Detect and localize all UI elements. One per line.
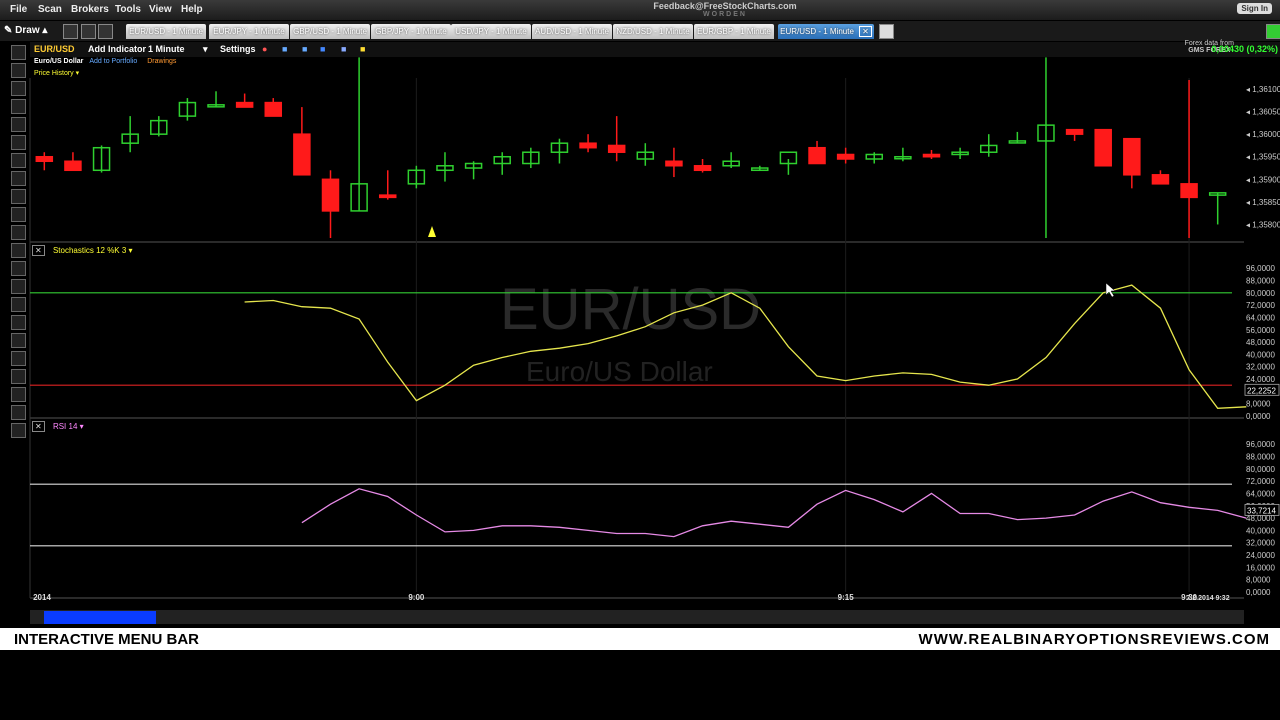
scrollbar-track: [30, 610, 1244, 624]
scrollbar-thumb[interactable]: [44, 611, 156, 624]
rsi-title[interactable]: RSI 14: [53, 422, 77, 431]
oscillator-axis-label: 40,0000: [1246, 350, 1275, 359]
oscillator-axis-label: 48,0000: [1246, 338, 1275, 347]
candle-down: [1094, 128, 1112, 167]
oscillator-axis-label: 96,0000: [1246, 440, 1275, 449]
caption-bar: INTERACTIVE MENU BAR WWW.REALBINARYOPTIO…: [0, 628, 1280, 650]
oscillator-axis-label: 0,0000: [1246, 412, 1271, 421]
rsi-line: [301, 488, 1247, 538]
stoch-close-icon[interactable]: ✕: [32, 245, 45, 256]
oscillator-axis-label: 0,0000: [1246, 588, 1271, 597]
oscillator-axis-label: 16,0000: [1246, 563, 1275, 572]
current-value-label: 33,7214: [1247, 506, 1276, 515]
time-axis-label: 9:00: [408, 593, 425, 602]
candle-down: [922, 153, 941, 158]
candle-down: [235, 101, 254, 108]
oscillator-axis-label: 40,0000: [1246, 526, 1275, 535]
rsi-panel-header: ✕ RSI 14 ▾: [32, 421, 84, 432]
candle-down: [808, 146, 826, 165]
oscillator-axis-label: 80,0000: [1246, 289, 1275, 298]
price-axis-label: ◂ 1,35900: [1246, 175, 1280, 184]
chart-area[interactable]: ◂ 1,36100 ◂ 1,36050 ◂ 1,36000 ◂ 1,35950 ◂ 1,…: [0, 0, 1280, 628]
candle-down: [321, 178, 340, 212]
price-axis-label: ◂ 1,35800: [1246, 220, 1280, 229]
price-axis-label: ◂ 1,36100: [1246, 85, 1280, 94]
candle-down: [1123, 137, 1141, 176]
time-axis-label: 2014: [33, 593, 51, 602]
oscillator-axis-label: 80,0000: [1246, 465, 1275, 474]
oscillator-axis-label: 24,0000: [1246, 375, 1275, 384]
stoch-title[interactable]: Stochastics 12 %K 3: [53, 246, 126, 255]
oscillator-axis-label: 64,0000: [1246, 489, 1275, 498]
candle-down: [293, 133, 311, 176]
oscillator-axis-label: 96,0000: [1246, 264, 1275, 273]
candle-down: [665, 160, 683, 167]
price-axis-label: ◂ 1,35850: [1246, 198, 1280, 207]
oscillator-axis-label: 72,0000: [1246, 477, 1275, 486]
oscillator-axis-label: 32,0000: [1246, 363, 1275, 372]
buy-signal-arrow-icon: [428, 226, 436, 237]
time-axis-label: 7.2.2014 9:32: [1186, 595, 1229, 602]
price-axis-label: ◂ 1,35950: [1246, 153, 1280, 162]
oscillator-axis-label: 8,0000: [1246, 576, 1271, 585]
candle-down: [378, 194, 397, 199]
price-axis-label: ◂ 1,36000: [1246, 130, 1280, 139]
stoch-panel-header: ✕ Stochastics 12 %K 3 ▾: [32, 245, 133, 256]
caption-left: INTERACTIVE MENU BAR: [14, 631, 200, 648]
caption-right: WWW.REALBINARYOPTIONSREVIEWS.COM: [918, 631, 1270, 648]
oscillator-axis-label: 88,0000: [1246, 452, 1275, 461]
oscillator-axis-label: 24,0000: [1246, 551, 1275, 560]
oscillator-axis-label: 8,0000: [1246, 400, 1271, 409]
candle-down: [693, 165, 712, 172]
candle-down: [836, 153, 855, 160]
oscillator-axis-label: 32,0000: [1246, 539, 1275, 548]
candle-down: [607, 144, 626, 153]
current-value-label: 22,2252: [1247, 386, 1276, 395]
oscillator-axis-label: 64,0000: [1246, 313, 1275, 322]
candle-down: [1151, 174, 1170, 185]
candle-down: [35, 155, 54, 163]
candle-down: [264, 101, 283, 117]
candle-down: [579, 142, 597, 149]
stochastics-line: [244, 284, 1247, 409]
time-axis-label: 9:15: [838, 593, 855, 602]
price-axis-label: ◂ 1,36050: [1246, 108, 1280, 117]
candle-down: [1180, 183, 1198, 199]
oscillator-axis-label: 56,0000: [1246, 326, 1275, 335]
mouse-cursor-icon: [1105, 282, 1116, 298]
candle-down: [1065, 128, 1084, 135]
oscillator-axis-label: 72,0000: [1246, 301, 1275, 310]
rsi-close-icon[interactable]: ✕: [32, 421, 45, 432]
oscillator-axis-label: 88,0000: [1246, 276, 1275, 285]
candle-down: [64, 160, 82, 172]
